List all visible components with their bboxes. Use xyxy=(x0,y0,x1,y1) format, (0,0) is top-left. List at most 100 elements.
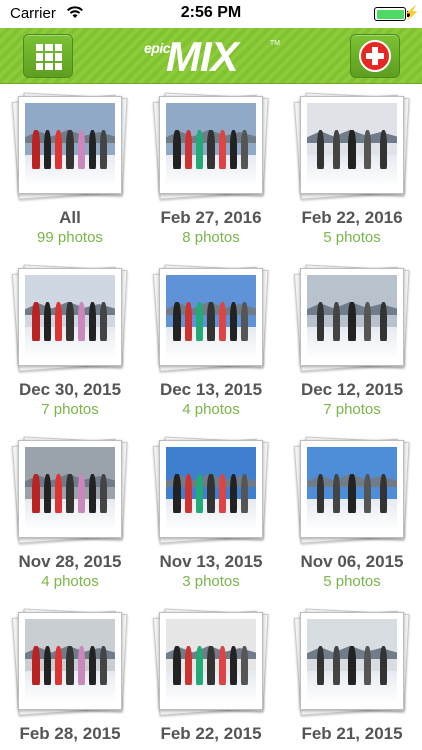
skier-figure xyxy=(241,473,249,513)
skier-figure xyxy=(100,473,108,513)
skier-group xyxy=(312,301,391,341)
album-cover-image xyxy=(166,275,256,359)
skier-figure xyxy=(380,301,388,341)
skier-figure xyxy=(364,301,372,341)
skier-figure xyxy=(332,645,340,685)
skier-figure xyxy=(348,301,356,341)
photo-stack xyxy=(293,264,410,372)
skier-figure xyxy=(32,129,40,169)
photo-stack xyxy=(152,92,269,200)
photo-thumbnail xyxy=(159,612,263,710)
album-photo-count: 4 photos xyxy=(41,573,99,590)
album-item[interactable]: Dec 12, 2015 7 photos xyxy=(282,256,422,428)
skier-group xyxy=(171,473,250,513)
photo-stack xyxy=(152,264,269,372)
skier-figure xyxy=(100,129,108,169)
skier-figure xyxy=(55,129,63,169)
skier-figure xyxy=(196,473,204,513)
charging-icon: ⚡ xyxy=(403,5,420,20)
skier-group xyxy=(30,473,109,513)
skier-figure xyxy=(77,129,85,169)
skier-figure xyxy=(218,473,226,513)
album-photo-count: 7 photos xyxy=(41,401,99,418)
skier-figure xyxy=(55,473,63,513)
album-label: Feb 21, 2015 xyxy=(301,724,403,743)
skier-figure xyxy=(184,473,192,513)
skier-figure xyxy=(32,473,40,513)
skier-figure xyxy=(66,645,74,685)
skier-figure xyxy=(55,645,63,685)
album-label: Nov 28, 2015 xyxy=(18,552,122,571)
skier-figure xyxy=(207,473,215,513)
album-item[interactable]: Nov 13, 2015 3 photos xyxy=(141,428,281,600)
album-photo-count: 7 photos xyxy=(323,401,381,418)
skier-figure xyxy=(100,645,108,685)
photo-thumbnail xyxy=(18,440,122,538)
skier-figure xyxy=(207,129,215,169)
album-label: Dec 30, 2015 xyxy=(18,380,122,399)
photo-thumbnail xyxy=(18,96,122,194)
red-cross-icon xyxy=(359,40,391,72)
photo-stack xyxy=(293,608,410,716)
skier-figure xyxy=(348,129,356,169)
album-item[interactable]: Dec 13, 2015 4 photos xyxy=(141,256,281,428)
skier-figure xyxy=(196,301,204,341)
album-item[interactable]: All 99 photos xyxy=(0,84,140,256)
skier-group xyxy=(171,301,250,341)
skier-figure xyxy=(241,129,249,169)
album-cover-image xyxy=(307,275,397,359)
photo-thumbnail xyxy=(300,440,404,538)
skier-figure xyxy=(241,301,249,341)
skier-group xyxy=(312,129,391,169)
skier-figure xyxy=(196,645,204,685)
album-cover-image xyxy=(25,103,115,187)
skier-figure xyxy=(66,129,74,169)
skier-figure xyxy=(66,301,74,341)
photo-stack xyxy=(293,92,410,200)
photo-thumbnail xyxy=(300,96,404,194)
album-photo-count: 4 photos xyxy=(182,401,240,418)
skier-figure xyxy=(380,473,388,513)
skier-figure xyxy=(32,301,40,341)
battery-icon xyxy=(374,7,406,21)
logo-mix-text: MIX xyxy=(166,33,239,80)
grid-icon xyxy=(36,44,62,70)
skier-figure xyxy=(332,301,340,341)
skier-figure xyxy=(89,645,97,685)
photo-thumbnail xyxy=(159,268,263,366)
skier-group xyxy=(312,645,391,685)
album-item[interactable]: Feb 27, 2016 8 photos xyxy=(141,84,281,256)
album-item[interactable]: Feb 28, 2015 xyxy=(0,600,140,750)
album-photo-count: 99 photos xyxy=(37,229,103,246)
skier-figure xyxy=(184,301,192,341)
photo-thumbnail xyxy=(18,268,122,366)
logo-trademark: TM xyxy=(269,40,280,47)
album-photo-count: 8 photos xyxy=(182,229,240,246)
skier-figure xyxy=(184,645,192,685)
album-item[interactable]: Dec 30, 2015 7 photos xyxy=(0,256,140,428)
emergency-button[interactable] xyxy=(350,34,400,78)
album-item[interactable]: Feb 21, 2015 xyxy=(282,600,422,750)
photo-thumbnail xyxy=(300,612,404,710)
skier-figure xyxy=(66,473,74,513)
skier-figure xyxy=(316,301,324,341)
skier-figure xyxy=(348,645,356,685)
skier-group xyxy=(30,301,109,341)
status-bar: Carrier 2:56 PM ⚡ xyxy=(0,0,422,28)
skier-figure xyxy=(184,129,192,169)
nav-bar: epic MIX TM xyxy=(0,28,422,84)
skier-figure xyxy=(230,129,238,169)
album-photo-count: 3 photos xyxy=(182,573,240,590)
album-item[interactable]: Nov 06, 2015 5 photos xyxy=(282,428,422,600)
photo-thumbnail xyxy=(159,96,263,194)
skier-figure xyxy=(43,301,51,341)
grid-view-button[interactable] xyxy=(23,34,73,78)
photo-stack xyxy=(11,92,128,200)
album-item[interactable]: Feb 22, 2016 5 photos xyxy=(282,84,422,256)
album-item[interactable]: Nov 28, 2015 4 photos xyxy=(0,428,140,600)
skier-figure xyxy=(32,645,40,685)
album-item[interactable]: Feb 22, 2015 xyxy=(141,600,281,750)
skier-figure xyxy=(348,473,356,513)
skier-figure xyxy=(332,129,340,169)
album-cover-image xyxy=(166,103,256,187)
